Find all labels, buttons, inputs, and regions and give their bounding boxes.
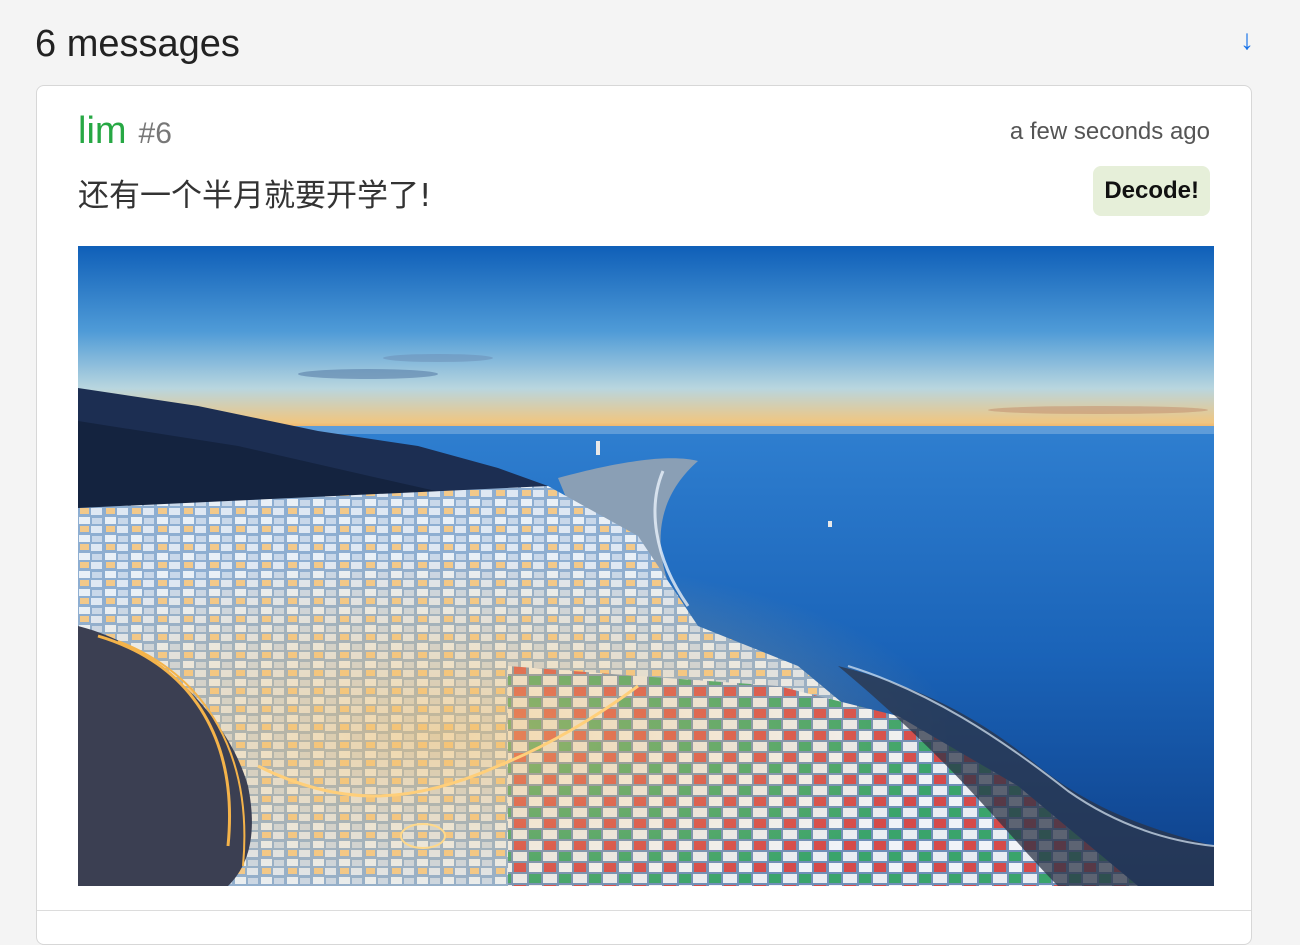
messages-count-title: 6 messages: [35, 23, 240, 65]
messages-header: 6 messages ↓: [35, 20, 1254, 68]
decode-button[interactable]: Decode!: [1093, 166, 1210, 216]
message-text: 还有一个半月就要开学了!: [78, 178, 432, 214]
message-image[interactable]: [78, 246, 1214, 886]
coastal-town-photo: [78, 246, 1214, 886]
message-meta: lim #6 a few seconds ago: [78, 110, 1210, 156]
message-author: lim #6: [78, 112, 172, 150]
message-card: lim #6 a few seconds ago 还有一个半月就要开学了! De…: [36, 85, 1252, 945]
message-content: 还有一个半月就要开学了! Decode!: [78, 166, 1210, 222]
message-id: #6: [138, 117, 172, 150]
message-timestamp: a few seconds ago: [1009, 118, 1210, 145]
arrow-down-icon[interactable]: ↓: [1240, 26, 1254, 54]
author-name[interactable]: lim: [78, 112, 127, 150]
card-footer-divider: [37, 910, 1251, 911]
